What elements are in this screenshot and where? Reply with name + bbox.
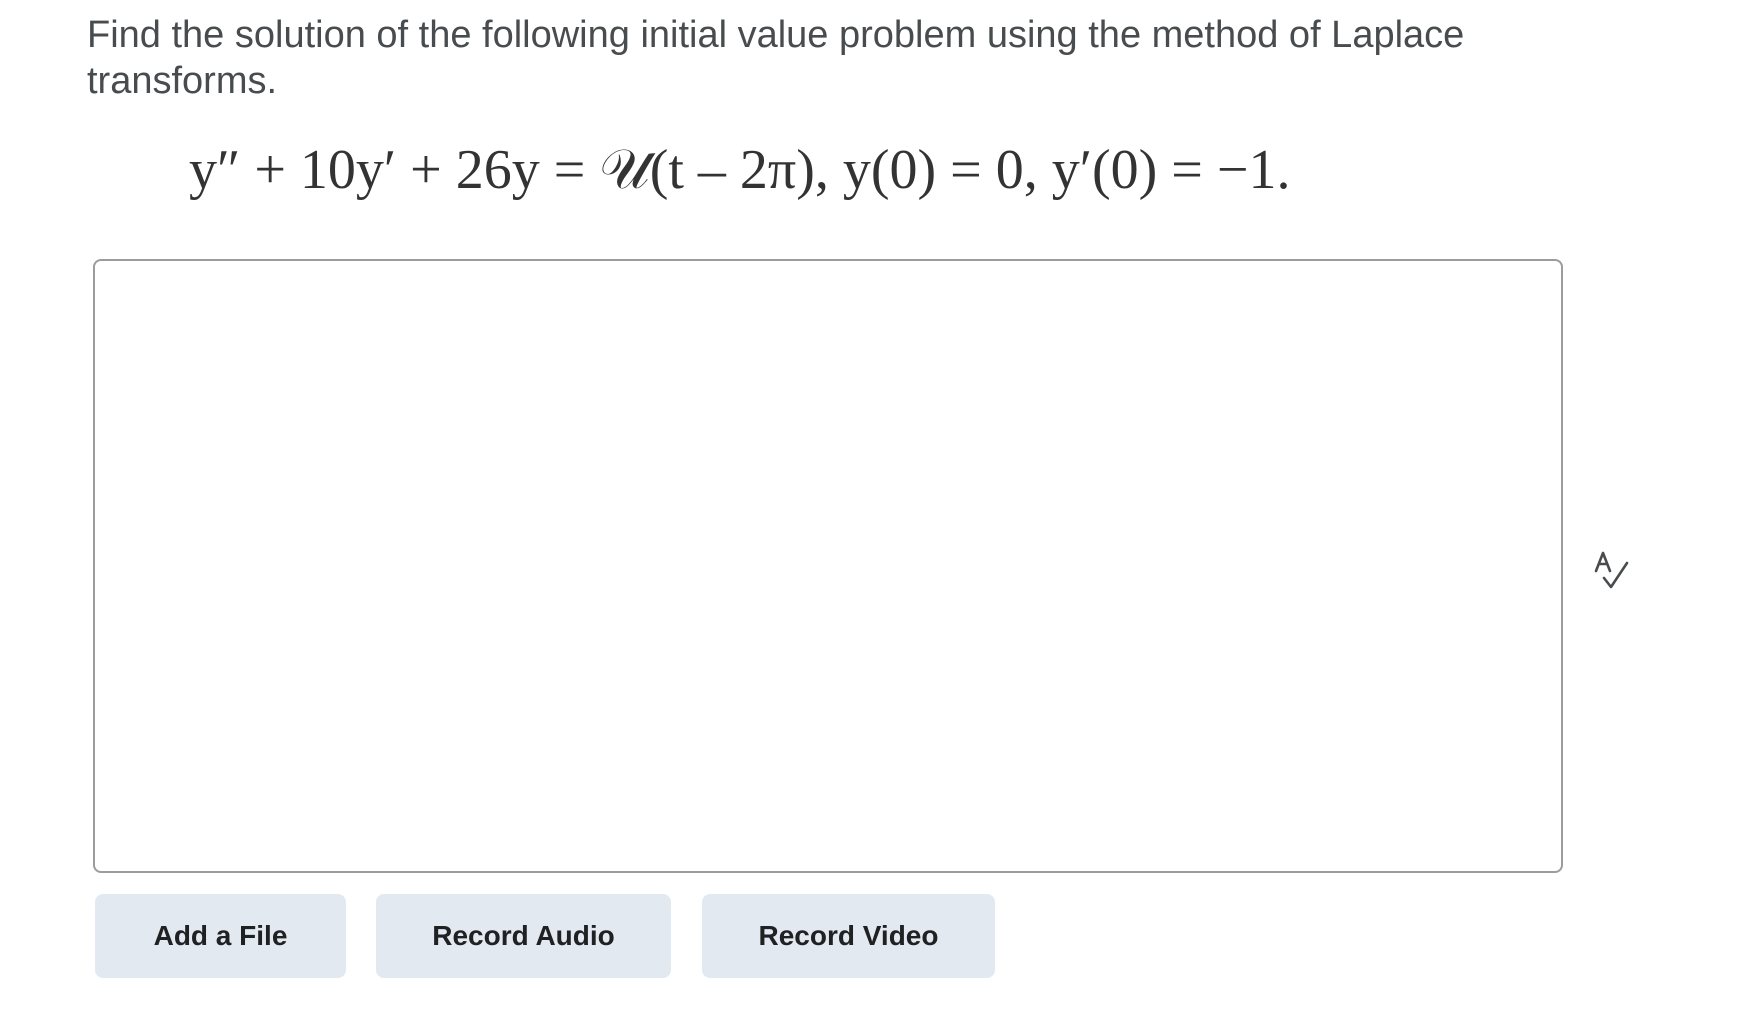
- add-file-button[interactable]: Add a File: [95, 894, 346, 978]
- answer-input[interactable]: [93, 259, 1563, 873]
- record-video-button[interactable]: Record Video: [702, 894, 995, 978]
- record-audio-button[interactable]: Record Audio: [376, 894, 671, 978]
- question-text: Find the solution of the following initi…: [87, 14, 1465, 102]
- spellcheck-icon[interactable]: [1592, 548, 1634, 592]
- equation: y″ + 10y′ + 26y = 𝒰(t – 2π), y(0) = 0, y…: [189, 139, 1291, 201]
